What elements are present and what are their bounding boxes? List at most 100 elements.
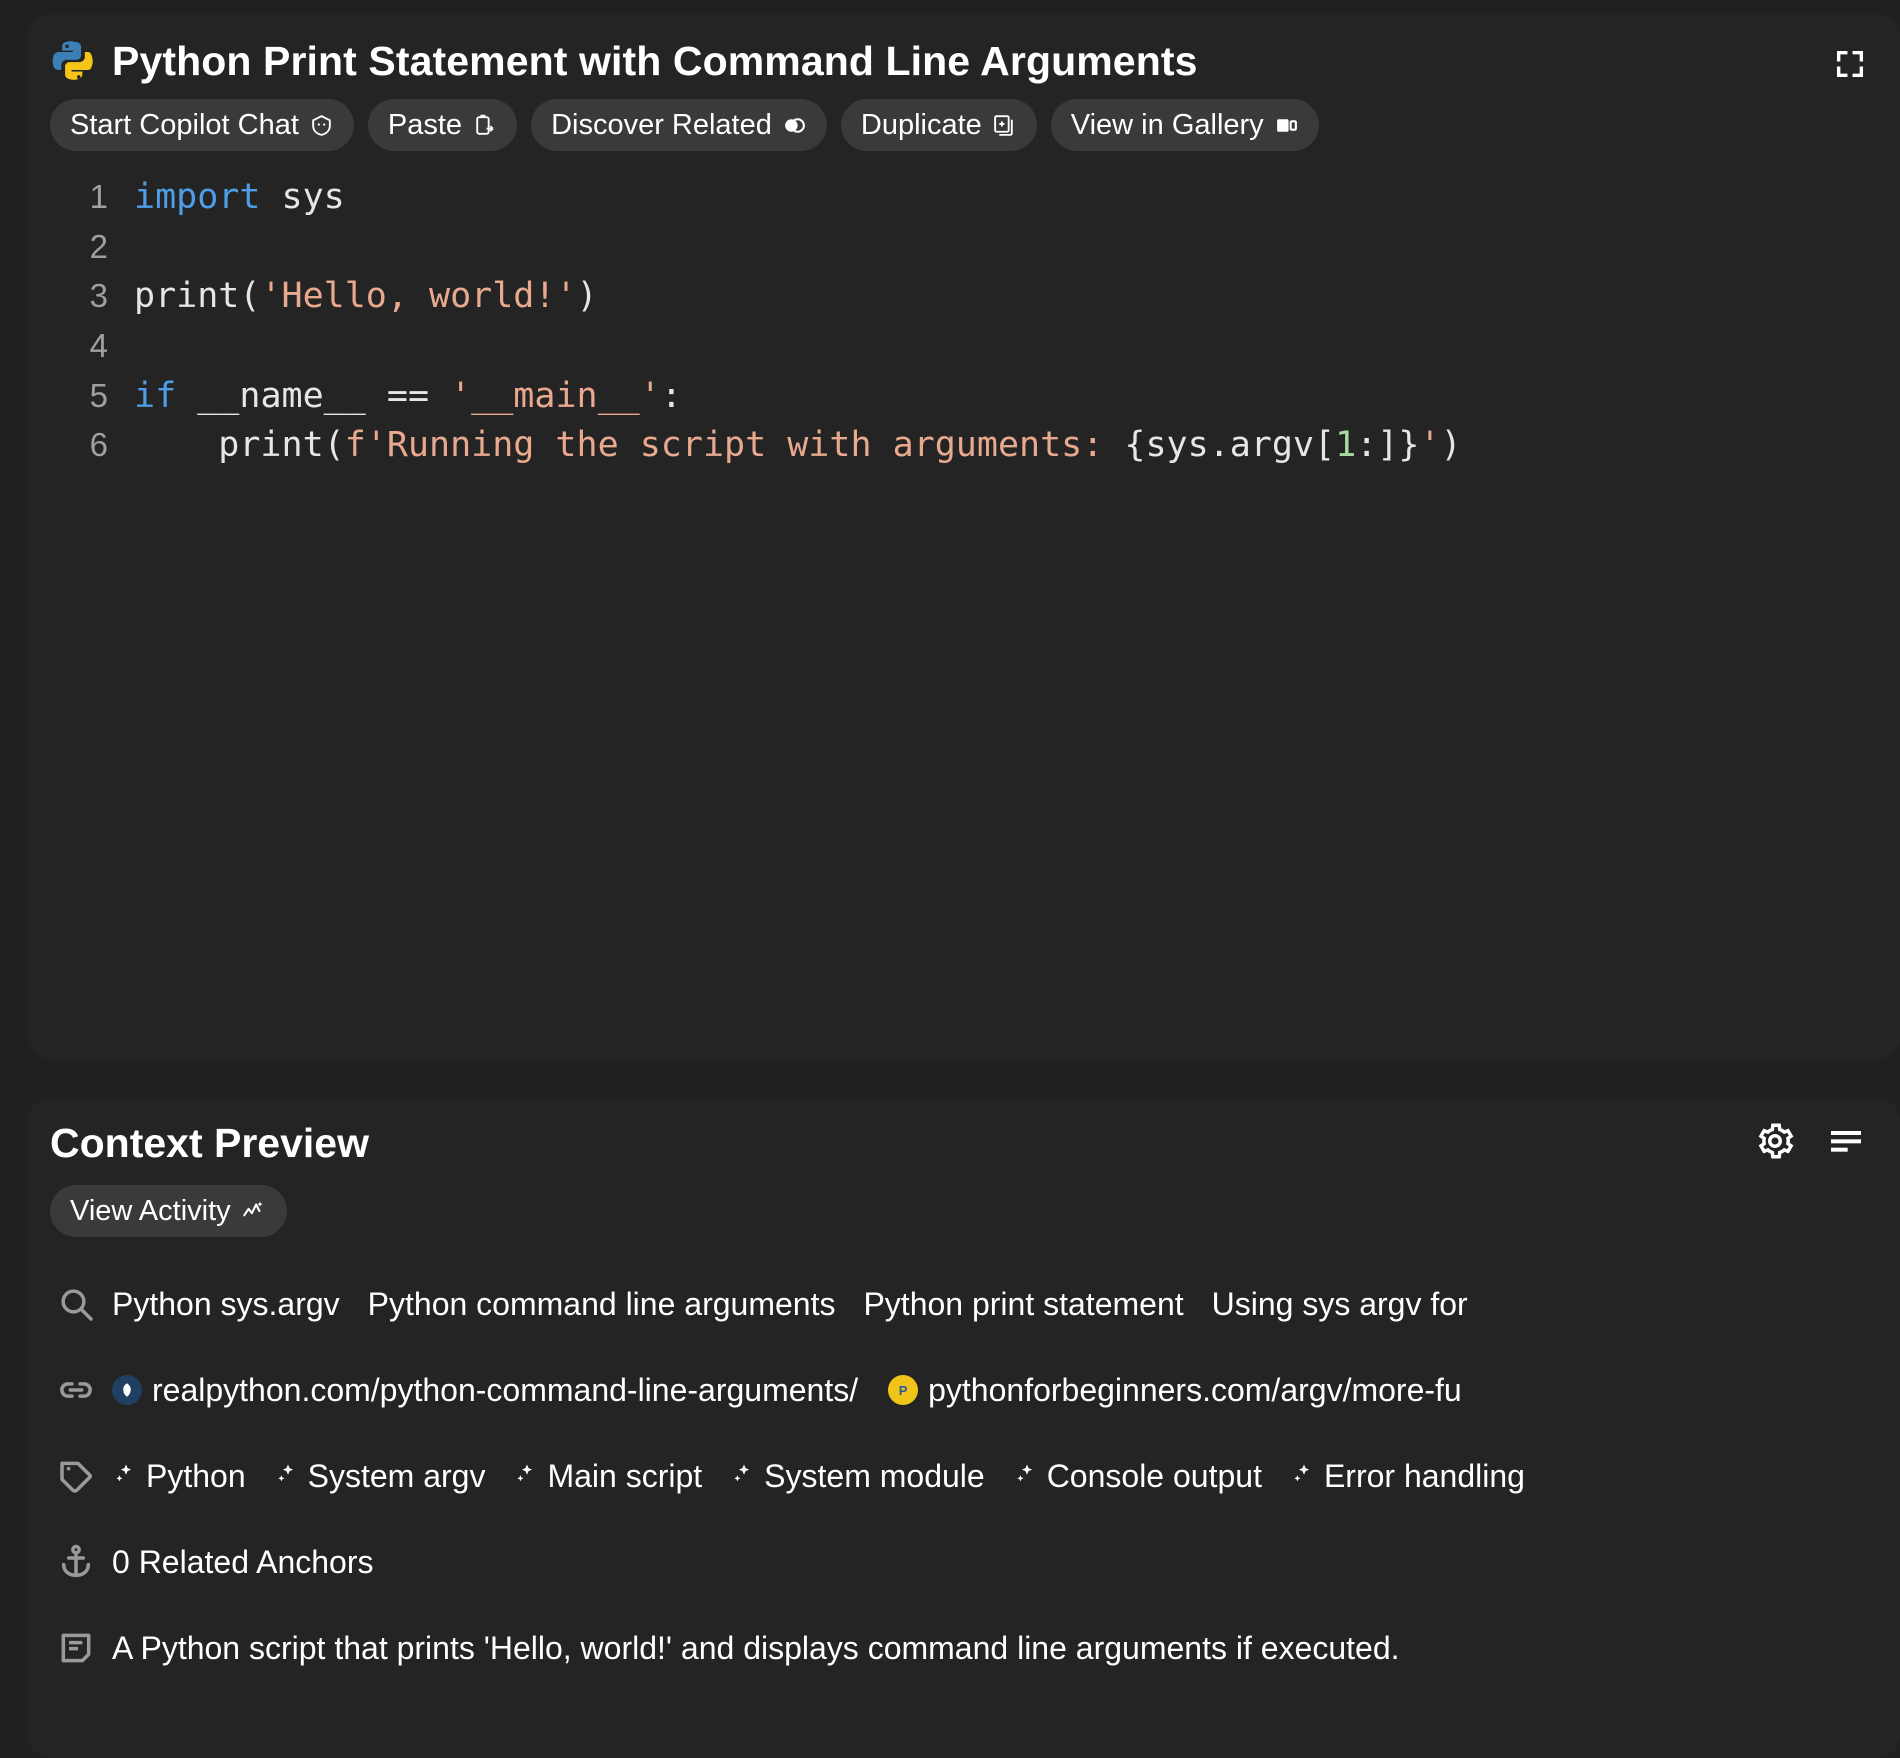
realpython-favicon: [112, 1375, 142, 1405]
sparkle-icon: [274, 1462, 298, 1490]
search-query-item[interactable]: Python command line arguments: [368, 1286, 836, 1323]
clipboard-paste-icon: [472, 113, 497, 138]
tag-label: Console output: [1046, 1457, 1262, 1494]
context-rows: Python sys.argv Python command line argum…: [28, 1237, 1900, 1691]
start-copilot-chat-label: Start Copilot Chat: [70, 108, 299, 141]
link-url[interactable]: pythonforbeginners.com/argv/more-fu: [928, 1372, 1462, 1409]
paste-label: Paste: [387, 108, 463, 141]
tag-label: Python: [146, 1457, 246, 1494]
line-number: 5: [89, 376, 108, 414]
gear-icon[interactable]: [1754, 1120, 1796, 1167]
sparkle-icon: [112, 1462, 136, 1490]
search-query-item[interactable]: Using sys argv for: [1212, 1286, 1468, 1323]
search-query-item[interactable]: Python print statement: [863, 1286, 1183, 1323]
sparkle-icon: [513, 1462, 537, 1490]
page-title: Python Print Statement with Command Line…: [112, 38, 1198, 84]
code-token: sys: [260, 177, 345, 217]
code-token: print(: [134, 276, 261, 317]
app-root: Python Print Statement with Command Line…: [0, 0, 1900, 1758]
search-query-item[interactable]: Python sys.argv: [112, 1286, 340, 1323]
view-activity-label: View Activity: [70, 1194, 231, 1227]
context-row-anchors: 0 Related Anchors: [50, 1519, 1900, 1605]
link-list: realpython.com/python-command-line-argum…: [112, 1372, 1462, 1409]
discover-related-button[interactable]: Discover Related: [531, 99, 827, 151]
search-icon: [50, 1284, 112, 1324]
view-activity-button[interactable]: View Activity: [50, 1185, 287, 1237]
context-row-description: A Python script that prints 'Hello, worl…: [50, 1605, 1900, 1691]
tag-label: Error handling: [1323, 1457, 1525, 1494]
tag-item[interactable]: System module: [730, 1458, 985, 1495]
line-number: 3: [89, 277, 108, 315]
start-copilot-chat-button[interactable]: Start Copilot Chat: [50, 99, 354, 151]
tag-label: System module: [764, 1457, 985, 1494]
duplicate-label: Duplicate: [860, 108, 982, 141]
tag-icon: [50, 1456, 112, 1496]
code-card-header: Python Print Statement with Command Line…: [28, 14, 1900, 85]
code-token: {sys.argv[: [1124, 425, 1336, 466]
note-icon: [50, 1628, 112, 1668]
code-line: 1 import sys: [50, 173, 1900, 223]
context-preview-title: Context Preview: [50, 1120, 369, 1166]
link-item[interactable]: realpython.com/python-command-line-argum…: [112, 1372, 858, 1409]
tag-item[interactable]: Main script: [513, 1458, 702, 1495]
code-token: import: [134, 177, 261, 217]
code-line: 2: [50, 223, 1900, 273]
link-url[interactable]: realpython.com/python-command-line-argum…: [152, 1372, 858, 1409]
code-token: :: [660, 375, 682, 416]
tag-item[interactable]: System argv: [274, 1457, 486, 1495]
related-anchors-count: 0 Related Anchors: [112, 1543, 374, 1580]
duplicate-button[interactable]: Duplicate: [840, 99, 1037, 151]
sparkle-icon: [1290, 1462, 1314, 1490]
code-token: print(: [134, 425, 345, 466]
line-number: 4: [89, 327, 108, 365]
tag-item[interactable]: Console output: [1013, 1458, 1262, 1495]
context-chip-row: View Activity: [28, 1167, 1900, 1237]
discover-related-label: Discover Related: [551, 108, 772, 141]
expand-fullscreen-icon[interactable]: [1830, 44, 1870, 84]
link-item[interactable]: Ppythonforbeginners.com/argv/more-fu: [888, 1372, 1462, 1409]
code-token: :]}: [1356, 425, 1420, 466]
code-token: ': [1419, 425, 1441, 466]
code-line: 4: [50, 322, 1900, 372]
tag-list: Python System argv Main script System modul…: [112, 1458, 1525, 1495]
code-card-title-row: Python Print Statement with Command Line…: [50, 38, 1830, 85]
sparkle-icon: [730, 1462, 754, 1490]
code-line-content: print('Hello, world!'): [134, 272, 598, 322]
code-token: ): [576, 276, 598, 317]
gallery-panel-icon: [1274, 113, 1299, 138]
line-number: 6: [89, 426, 108, 464]
context-row-tags: Python System argv Main script System modul…: [50, 1433, 1900, 1519]
context-row-searches: Python sys.argv Python command line argum…: [50, 1261, 1900, 1347]
tag-label: System argv: [307, 1457, 486, 1494]
list-lines-icon[interactable]: [1826, 1121, 1866, 1166]
tag-item[interactable]: Python: [112, 1458, 246, 1495]
duplicate-window-icon: [992, 113, 1017, 138]
line-number: 1: [89, 178, 108, 215]
code-action-chips: Start Copilot Chat Paste Discover Relate…: [28, 85, 1900, 151]
code-editor[interactable]: 1 import sys 2 3 print('Hello, world!') 4 5i…: [28, 151, 1900, 471]
paste-button[interactable]: Paste: [367, 99, 518, 151]
context-row-links: realpython.com/python-command-line-argum…: [50, 1347, 1900, 1433]
code-line-content: [134, 322, 155, 372]
context-preview-actions: [1754, 1120, 1866, 1167]
code-line: 5 if __name__ == '__main__':: [50, 372, 1900, 422]
tag-label: Main script: [547, 1457, 703, 1494]
code-line-content: print(f'Running the script with argument…: [134, 421, 1461, 471]
code-token: 'Hello, world!': [260, 276, 577, 317]
context-preview-header: Context Preview: [28, 1120, 1900, 1167]
line-number: 2: [89, 227, 108, 265]
python-logo-icon: [50, 39, 96, 85]
view-in-gallery-button[interactable]: View in Gallery: [1050, 99, 1319, 151]
view-in-gallery-label: View in Gallery: [1070, 108, 1264, 141]
description-text: A Python script that prints 'Hello, worl…: [112, 1629, 1400, 1666]
code-line: 3 print('Hello, world!'): [50, 272, 1900, 322]
code-token: '__main__': [450, 375, 661, 416]
overlapping-circles-icon: [782, 113, 807, 138]
sparkle-icon: [1013, 1462, 1037, 1490]
code-line-content: [134, 223, 155, 273]
code-token: if: [134, 375, 177, 416]
activity-sparkle-icon: [241, 1198, 267, 1224]
tag-item[interactable]: Error handling: [1290, 1458, 1525, 1495]
context-preview-card: Context Preview View Activity Python sys…: [28, 1098, 1900, 1758]
code-line-content: import sys: [134, 173, 345, 223]
